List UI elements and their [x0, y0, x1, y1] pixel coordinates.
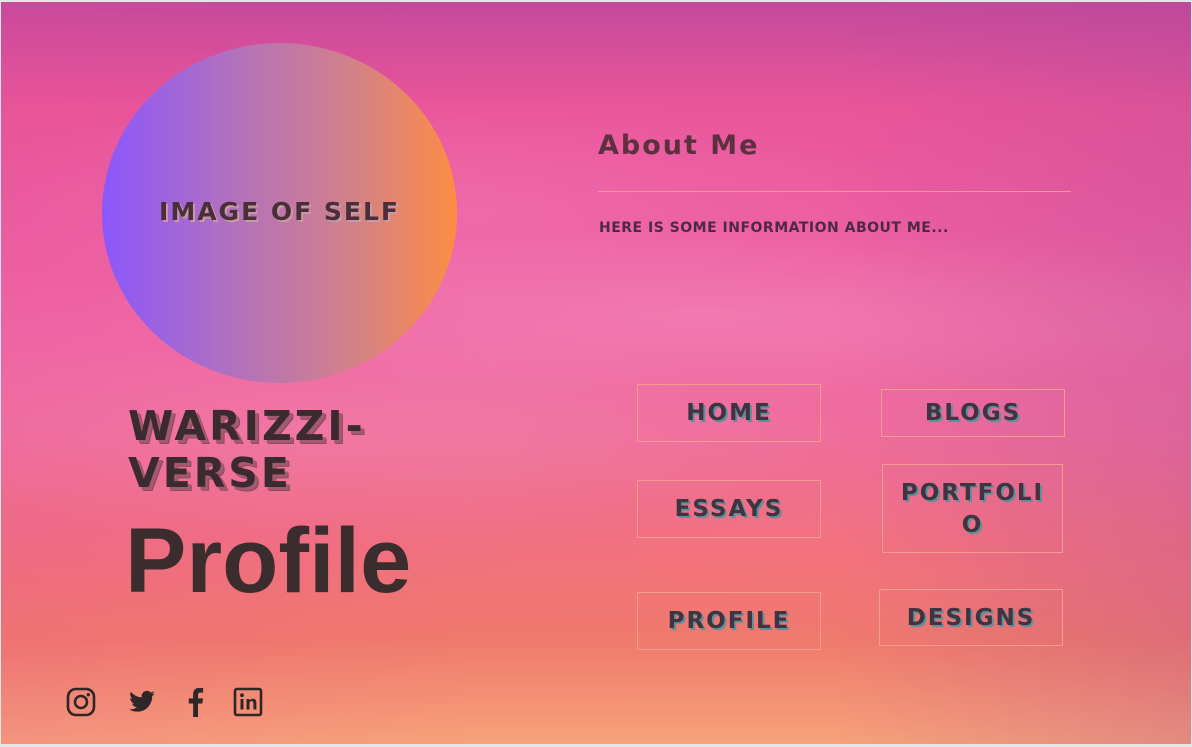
about-description: here is some information about me... [599, 220, 949, 236]
nav-home-label: HOME [686, 400, 772, 426]
nav-portfolio-button[interactable]: PORTFOLI O [882, 464, 1063, 553]
nav-essays-label: ESSAYS [674, 496, 784, 522]
about-divider [598, 191, 1071, 192]
nav-portfolio-label: PORTFOLI O [900, 479, 1045, 538]
page-title: Profile [125, 510, 412, 612]
nav-profile-label: PROFILE [667, 608, 791, 634]
facebook-icon[interactable] [179, 685, 213, 719]
nav-profile-button[interactable]: PROFILE [637, 592, 821, 650]
nav-designs-label: DESIGNS [906, 604, 1036, 631]
instagram-icon[interactable] [64, 685, 98, 719]
nav-home-button[interactable]: HOME [637, 384, 821, 442]
nav-designs-button[interactable]: DESIGNS [879, 589, 1063, 646]
linkedin-icon[interactable] [231, 685, 265, 719]
nav-essays-button[interactable]: ESSAYS [637, 480, 821, 538]
twitter-icon[interactable] [125, 685, 159, 719]
nav-blogs-button[interactable]: BLOGS [881, 389, 1065, 437]
nav-blogs-label: BLOGS [924, 400, 1022, 426]
about-heading: About Me [598, 130, 760, 161]
profile-image-label: IMAGE OF SELF [159, 196, 400, 226]
site-brand-name: WARIZZI- VERSE [128, 402, 366, 497]
profile-image-placeholder: IMAGE OF SELF [102, 43, 457, 383]
profile-page: IMAGE OF SELF WARIZZI- VERSE Profile Abo… [1, 2, 1191, 744]
